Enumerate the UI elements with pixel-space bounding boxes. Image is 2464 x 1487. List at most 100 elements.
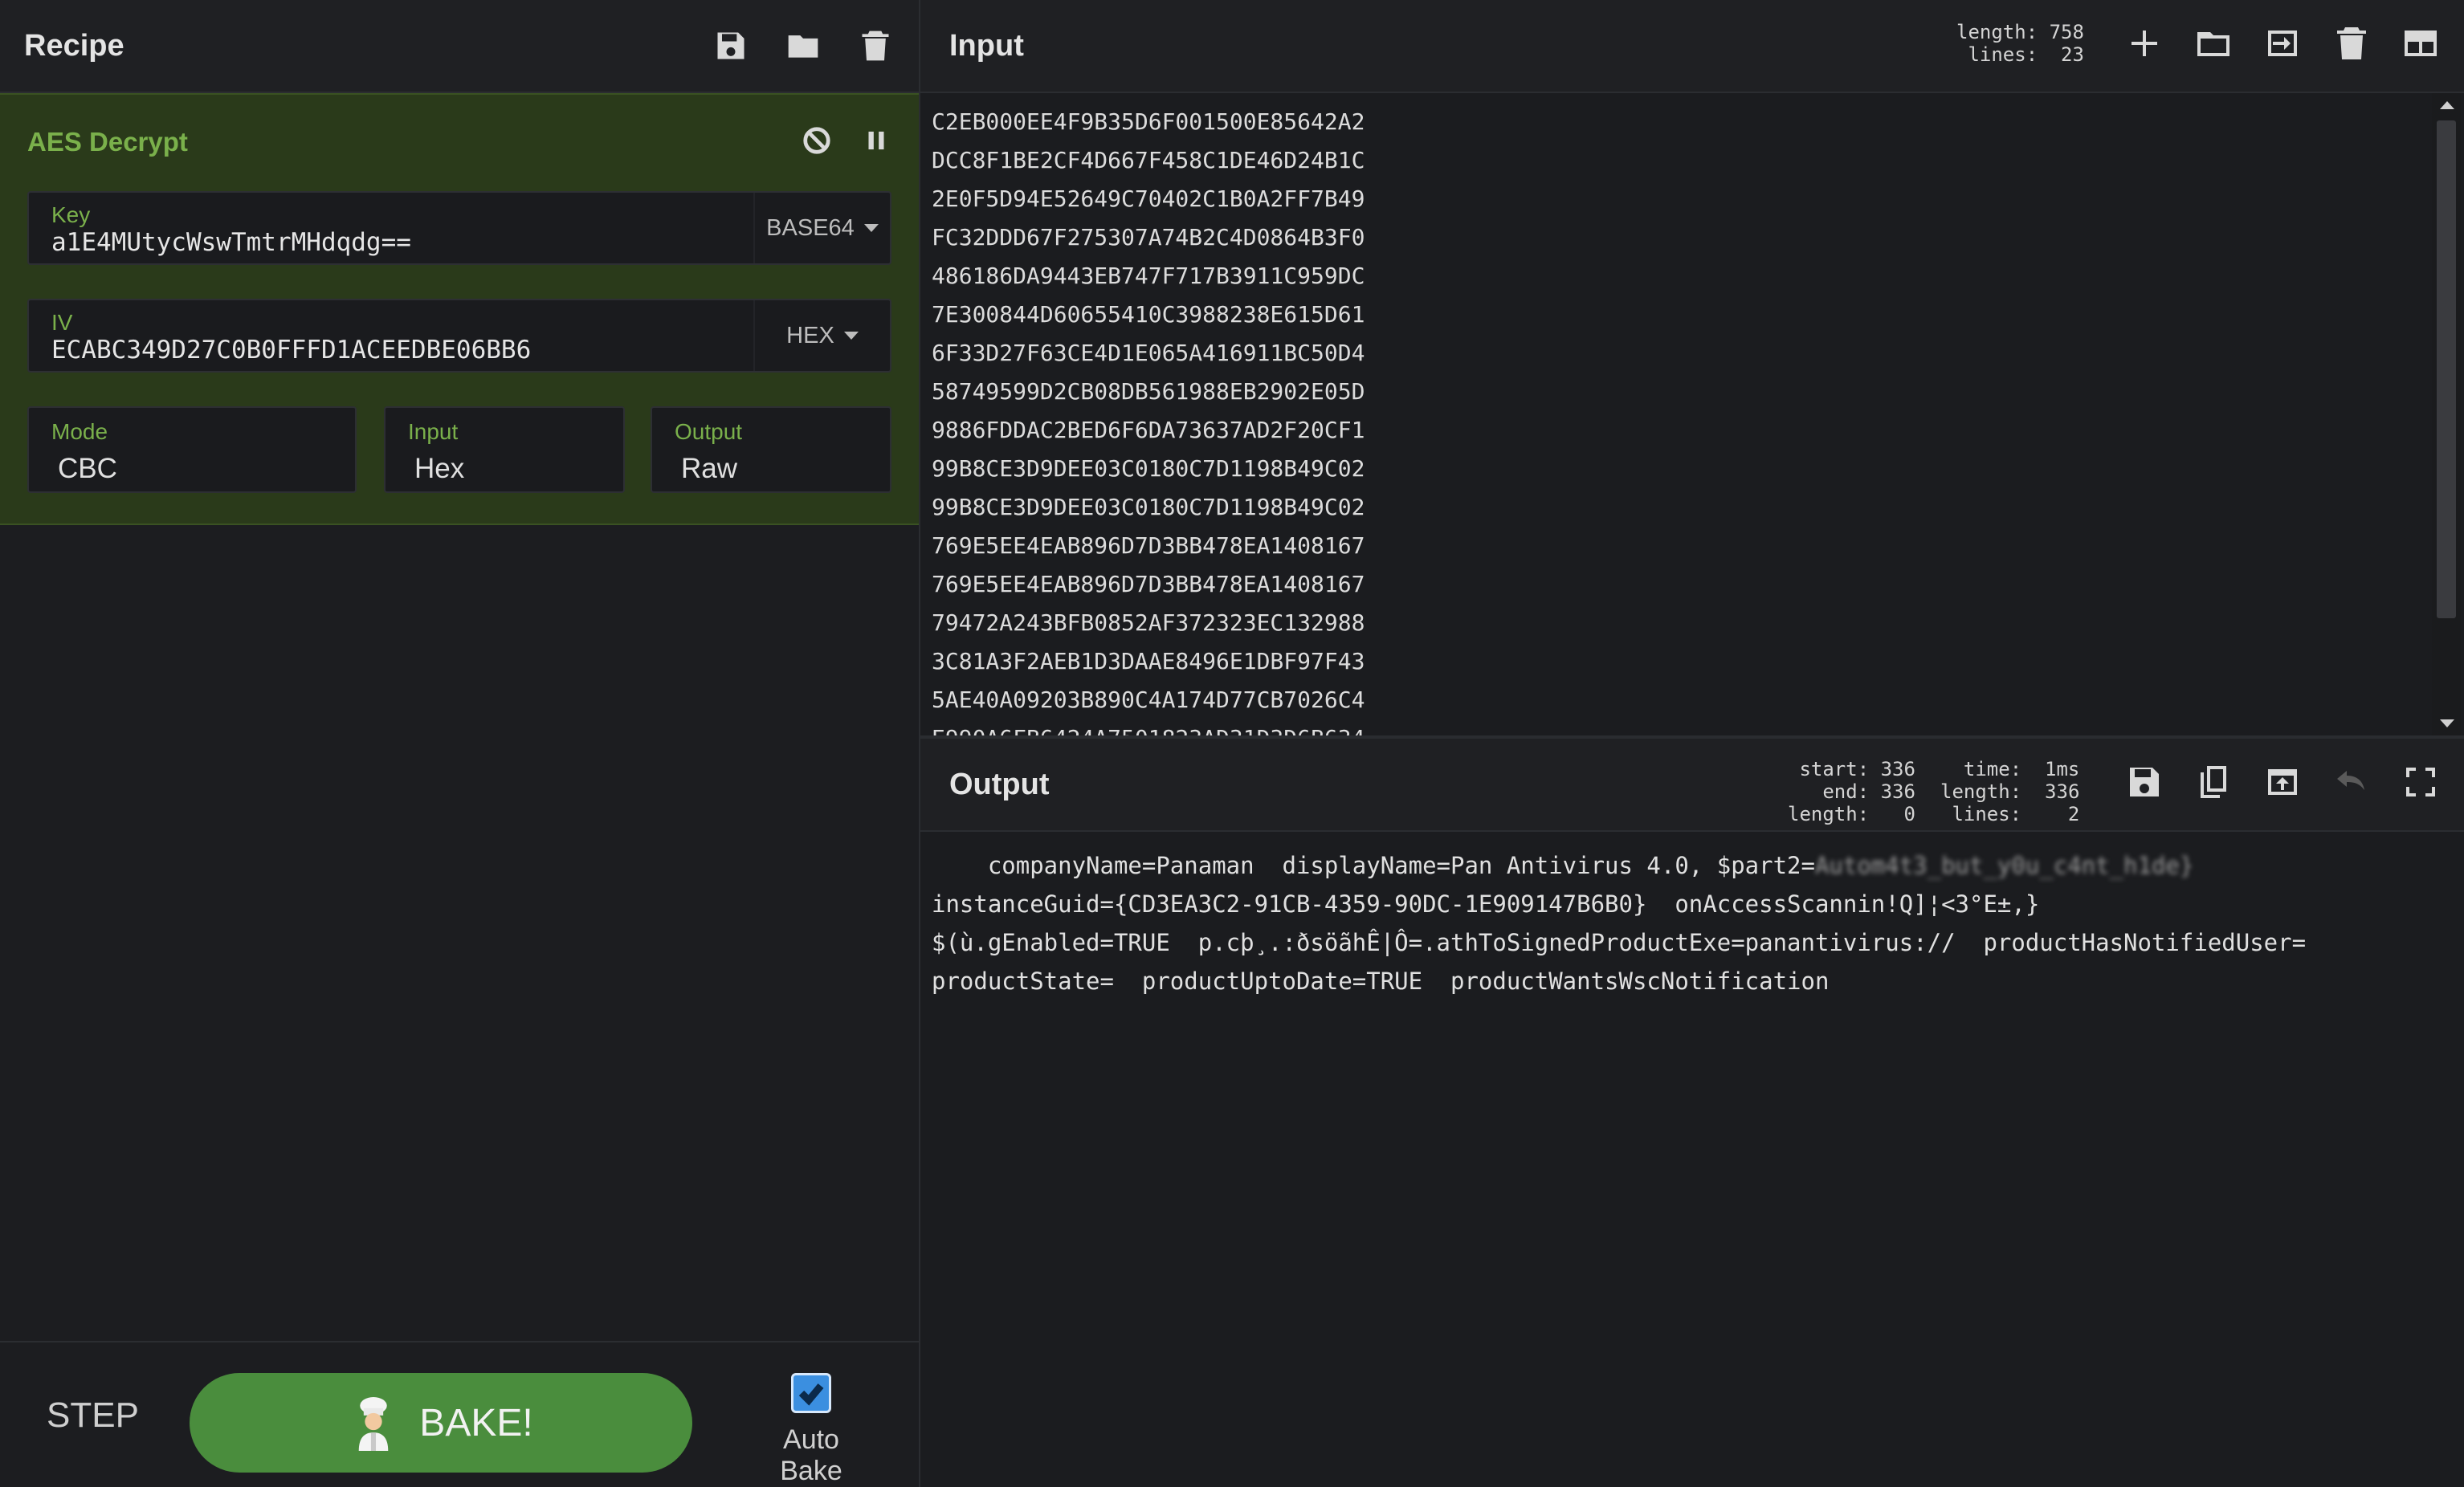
iv-encoding-dropdown[interactable]: HEX [753,300,890,371]
iv-input[interactable]: ECABC349D27C0B0FFFD1ACEEDBE06BB6 [51,336,531,365]
input-line: 5AE40A09203B890C4A174D77CB7026C4 [932,686,1365,713]
input-format-select[interactable]: Input Hex [384,406,625,493]
iv-label: IV [51,310,73,335]
input-format-value: Hex [414,453,465,484]
open-folder-icon[interactable] [2194,24,2233,67]
recipe-footer: STEP BAKE! Auto Bake [0,1341,919,1487]
key-input[interactable]: a1E4MUtycWswTmtrMHdqdg== [51,228,411,257]
output-lines: lines: 2 [1952,803,2080,825]
input-line: 58749599D2CB08DB561988EB2902E05D [932,378,1365,405]
iv-field[interactable]: IV ECABC349D27C0B0FFFD1ACEEDBE06BB6 HEX [27,299,891,373]
output-textarea[interactable]: companyName=Panaman displayName=Pan Anti… [920,832,2464,1487]
output-format-value: Raw [681,453,738,484]
input-length: length: 758 [1956,21,2084,43]
bake-button[interactable]: BAKE! [190,1373,692,1473]
output-line-2: instanceGuid={CD3EA3C2-91CB-4359-90DC-1E… [932,890,2040,918]
output-sel-length: length: 0 [1788,803,1915,825]
output-toolbar [2125,763,2440,805]
auto-bake-checkbox[interactable] [791,1373,831,1413]
mode-label: Mode [51,419,108,444]
auto-bake-toggle[interactable]: Auto Bake [750,1373,872,1486]
bake-label: BAKE! [419,1401,533,1444]
input-line: FC32DDD67F275307A74B2C4D0864B3F0 [932,224,1365,251]
input-line: 769E5EE4EAB896D7D3BB478EA1408167 [932,532,1365,559]
input-line: E990A6FB6424A7501823AD31D3D6B634 [932,719,1365,735]
recipe-title: Recipe [24,28,124,63]
caret-down-icon [843,332,859,340]
key-label: Key [51,202,91,227]
recipe-header: Recipe [0,0,919,93]
input-line: 9886FDDAC2BED6F6DA73637AD2F20CF1 [932,417,1365,443]
replace-input-icon[interactable] [2263,763,2302,805]
input-line: 6F33D27F63CE4D1E065A416911BC50D4 [932,340,1365,366]
input-line: 79472A243BFB0852AF372323EC132988 [932,609,1365,636]
io-area: Input length: 758 lines: 23 C2EB000EE4F9B… [920,0,2464,1487]
input-stats: length: 758 lines: 23 [1956,21,2084,66]
layout-icon[interactable] [2401,24,2440,67]
input-textarea[interactable]: C2EB000EE4F9B35D6F001500E85642A2 DCC8F1BE… [920,93,2432,735]
folder-icon[interactable] [784,26,822,65]
scroll-thumb[interactable] [2437,120,2456,618]
input-line: 769E5EE4EAB896D7D3BB478EA1408167 [932,571,1365,597]
input-lines: C2EB000EE4F9B35D6F001500E85642A2 DCC8F1BE… [932,103,1365,735]
input-line: 99B8CE3D9DEE03C0180C7D1198B49C02 [932,494,1365,520]
input-scrollbar[interactable] [2432,93,2461,735]
output-redacted-text: Autom4t3_but_y0u_c4nt_h1de} [1814,852,2194,879]
output-header: Output start: 336 end: 336 length: 0 time:… [920,739,2464,832]
trash-icon[interactable] [856,26,895,65]
operation-title: AES Decrypt [27,127,188,157]
mode-value: CBC [58,453,117,484]
output-stats: time: 1ms length: 336 lines: 2 [1940,758,2079,825]
input-title: Input [949,29,1024,63]
chef-icon [359,1397,389,1451]
step-button[interactable]: STEP [47,1395,139,1436]
copy-icon[interactable] [2194,763,2233,805]
key-encoding-dropdown[interactable]: BASE64 [753,193,890,263]
output-selection-stats: start: 336 end: 336 length: 0 [1788,758,1915,825]
output-length: length: 336 [1940,780,2080,803]
input-line: 7E300844D60655410C3988238E615D61 [932,301,1365,328]
input-line: C2EB000EE4F9B35D6F001500E85642A2 [932,108,1365,135]
load-file-icon[interactable] [2263,24,2302,67]
input-header: Input length: 758 lines: 23 [920,0,2464,93]
output-line-4: productState= productUptoDate=TRUE produ… [932,968,1830,995]
input-line: 486186DA9443EB747F717B3911C959DC [932,263,1365,289]
auto-bake-label: Auto Bake [780,1424,842,1486]
input-line: 99B8CE3D9DEE03C0180C7D1198B49C02 [932,455,1365,482]
maximize-icon[interactable] [2401,763,2440,805]
operation-controls [802,125,891,160]
clear-input-icon[interactable] [2332,24,2371,67]
recipe-panel: Recipe AES Decrypt Key a1E4MUtycWswTmtrM… [0,0,920,1487]
input-line: DCC8F1BE2CF4D667F458C1DE46D24B1C [932,147,1365,173]
caret-down-icon [863,224,879,232]
output-end: end: 336 [1822,780,1915,803]
output-line-1: companyName=Panaman displayName=Pan Anti… [932,852,1815,879]
output-format-label: Output [675,419,743,444]
input-line: 2E0F5D94E52649C70402C1B0A2FF7B49 [932,185,1365,212]
output-time: time: 1ms [1963,758,2080,780]
undo-icon[interactable] [2332,763,2371,805]
output-line-3: $(ù.gEnabled=TRUE p.cþ¸.:ðsöãhÊ|Ô=.athTo… [932,929,2307,956]
output-text: companyName=Panaman displayName=Pan Anti… [932,846,2306,1000]
iv-encoding-value: HEX [786,322,834,348]
output-format-select[interactable]: Output Raw [651,406,891,493]
output-title: Output [949,768,1050,801]
output-start: start: 336 [1799,758,1915,780]
add-tab-icon[interactable] [2125,24,2164,67]
input-line: 3C81A3F2AEB1D3DAAE8496E1DBF97F43 [932,648,1365,674]
check-icon [798,1383,824,1406]
pause-icon[interactable] [861,125,891,160]
scroll-down-icon[interactable] [2440,719,2454,727]
disable-icon[interactable] [802,125,832,160]
scroll-up-icon[interactable] [2440,101,2454,109]
key-field[interactable]: Key a1E4MUtycWswTmtrMHdqdg== BASE64 [27,191,891,265]
save-output-icon[interactable] [2125,763,2164,805]
mode-select[interactable]: Mode CBC [27,406,357,493]
input-lines: lines: 23 [1968,43,2084,66]
recipe-toolbar [712,26,895,65]
aes-decrypt-operation: AES Decrypt Key a1E4MUtycWswTmtrMHdqdg==… [0,93,919,525]
save-icon[interactable] [712,26,750,65]
operation-header: AES Decrypt [0,95,919,189]
key-encoding-value: BASE64 [766,214,855,241]
input-toolbar [2125,24,2440,67]
